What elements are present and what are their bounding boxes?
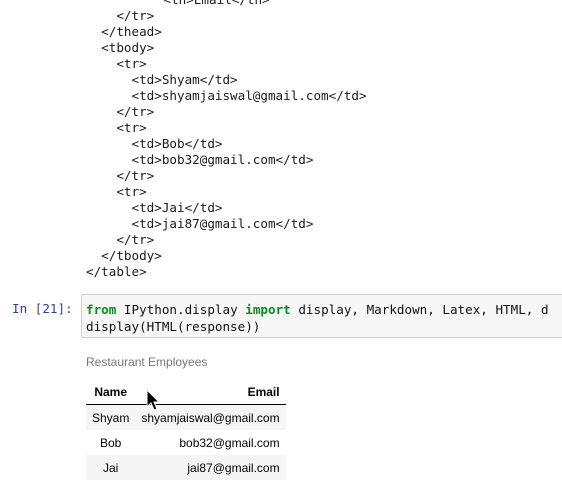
output-line: </tr>: [86, 232, 155, 247]
mouse-pointer-icon: [146, 389, 161, 411]
cell-email: bob32@gmail.com: [179, 435, 280, 450]
input-prompt: In [21]:: [12, 301, 73, 316]
output-line: </tr>: [86, 168, 155, 183]
code-line-1: from IPython.display import display, Mar…: [86, 302, 549, 317]
table-caption: Restaurant Employees: [86, 355, 208, 369]
output-line: </tbody>: [86, 248, 162, 263]
code-cell-input[interactable]: from IPython.display import display, Mar…: [81, 294, 562, 338]
output-line: <tbody>: [86, 40, 155, 55]
output-line: <tr>: [86, 56, 147, 71]
output-line: </tr>: [86, 8, 155, 23]
table-row: Jai jai87@gmail.com: [86, 455, 286, 480]
header-name: Name: [86, 380, 136, 405]
output-line: <td>Jai</td>: [86, 200, 223, 215]
code-line-2: display(HTML(response)): [86, 319, 261, 334]
output-line: <td>Bob</td>: [86, 136, 223, 151]
keyword-import: import: [245, 302, 291, 317]
output-line: <td>jai87@gmail.com</td>: [86, 216, 314, 231]
table-row: Shyam shyamjaiswal@gmail.com: [86, 404, 286, 430]
cell-email: jai87@gmail.com: [135, 455, 286, 480]
output-line: <td>Shyam</td>: [86, 72, 238, 87]
output-line: <tr>: [86, 120, 147, 135]
module-name: IPython.display: [116, 302, 246, 317]
output-line: <td>bob32@gmail.com</td>: [86, 152, 314, 167]
employees-table: Name Email Shyam shyamjaiswal@gmail.com …: [86, 380, 286, 480]
imported-names: display, Markdown, Latex, HTML, d: [290, 302, 549, 317]
keyword-from: from: [86, 302, 117, 317]
cell-name: Jai: [86, 455, 136, 480]
table-row: Bob bob32@gmail.com: [86, 430, 286, 455]
output-line: </thead>: [86, 24, 162, 39]
table-header-row: Name Email: [86, 380, 286, 405]
output-line: <th>Email</th>: [118, 0, 269, 8]
output-line: </table>: [86, 264, 147, 279]
output-line: </tr>: [86, 104, 155, 119]
cell-name: Bob: [100, 435, 122, 450]
cell-name: Shyam: [86, 404, 136, 430]
output-line: <tr>: [86, 184, 147, 199]
output-line: <td>shyamjaiswal@gmail.com</td>: [86, 88, 367, 103]
